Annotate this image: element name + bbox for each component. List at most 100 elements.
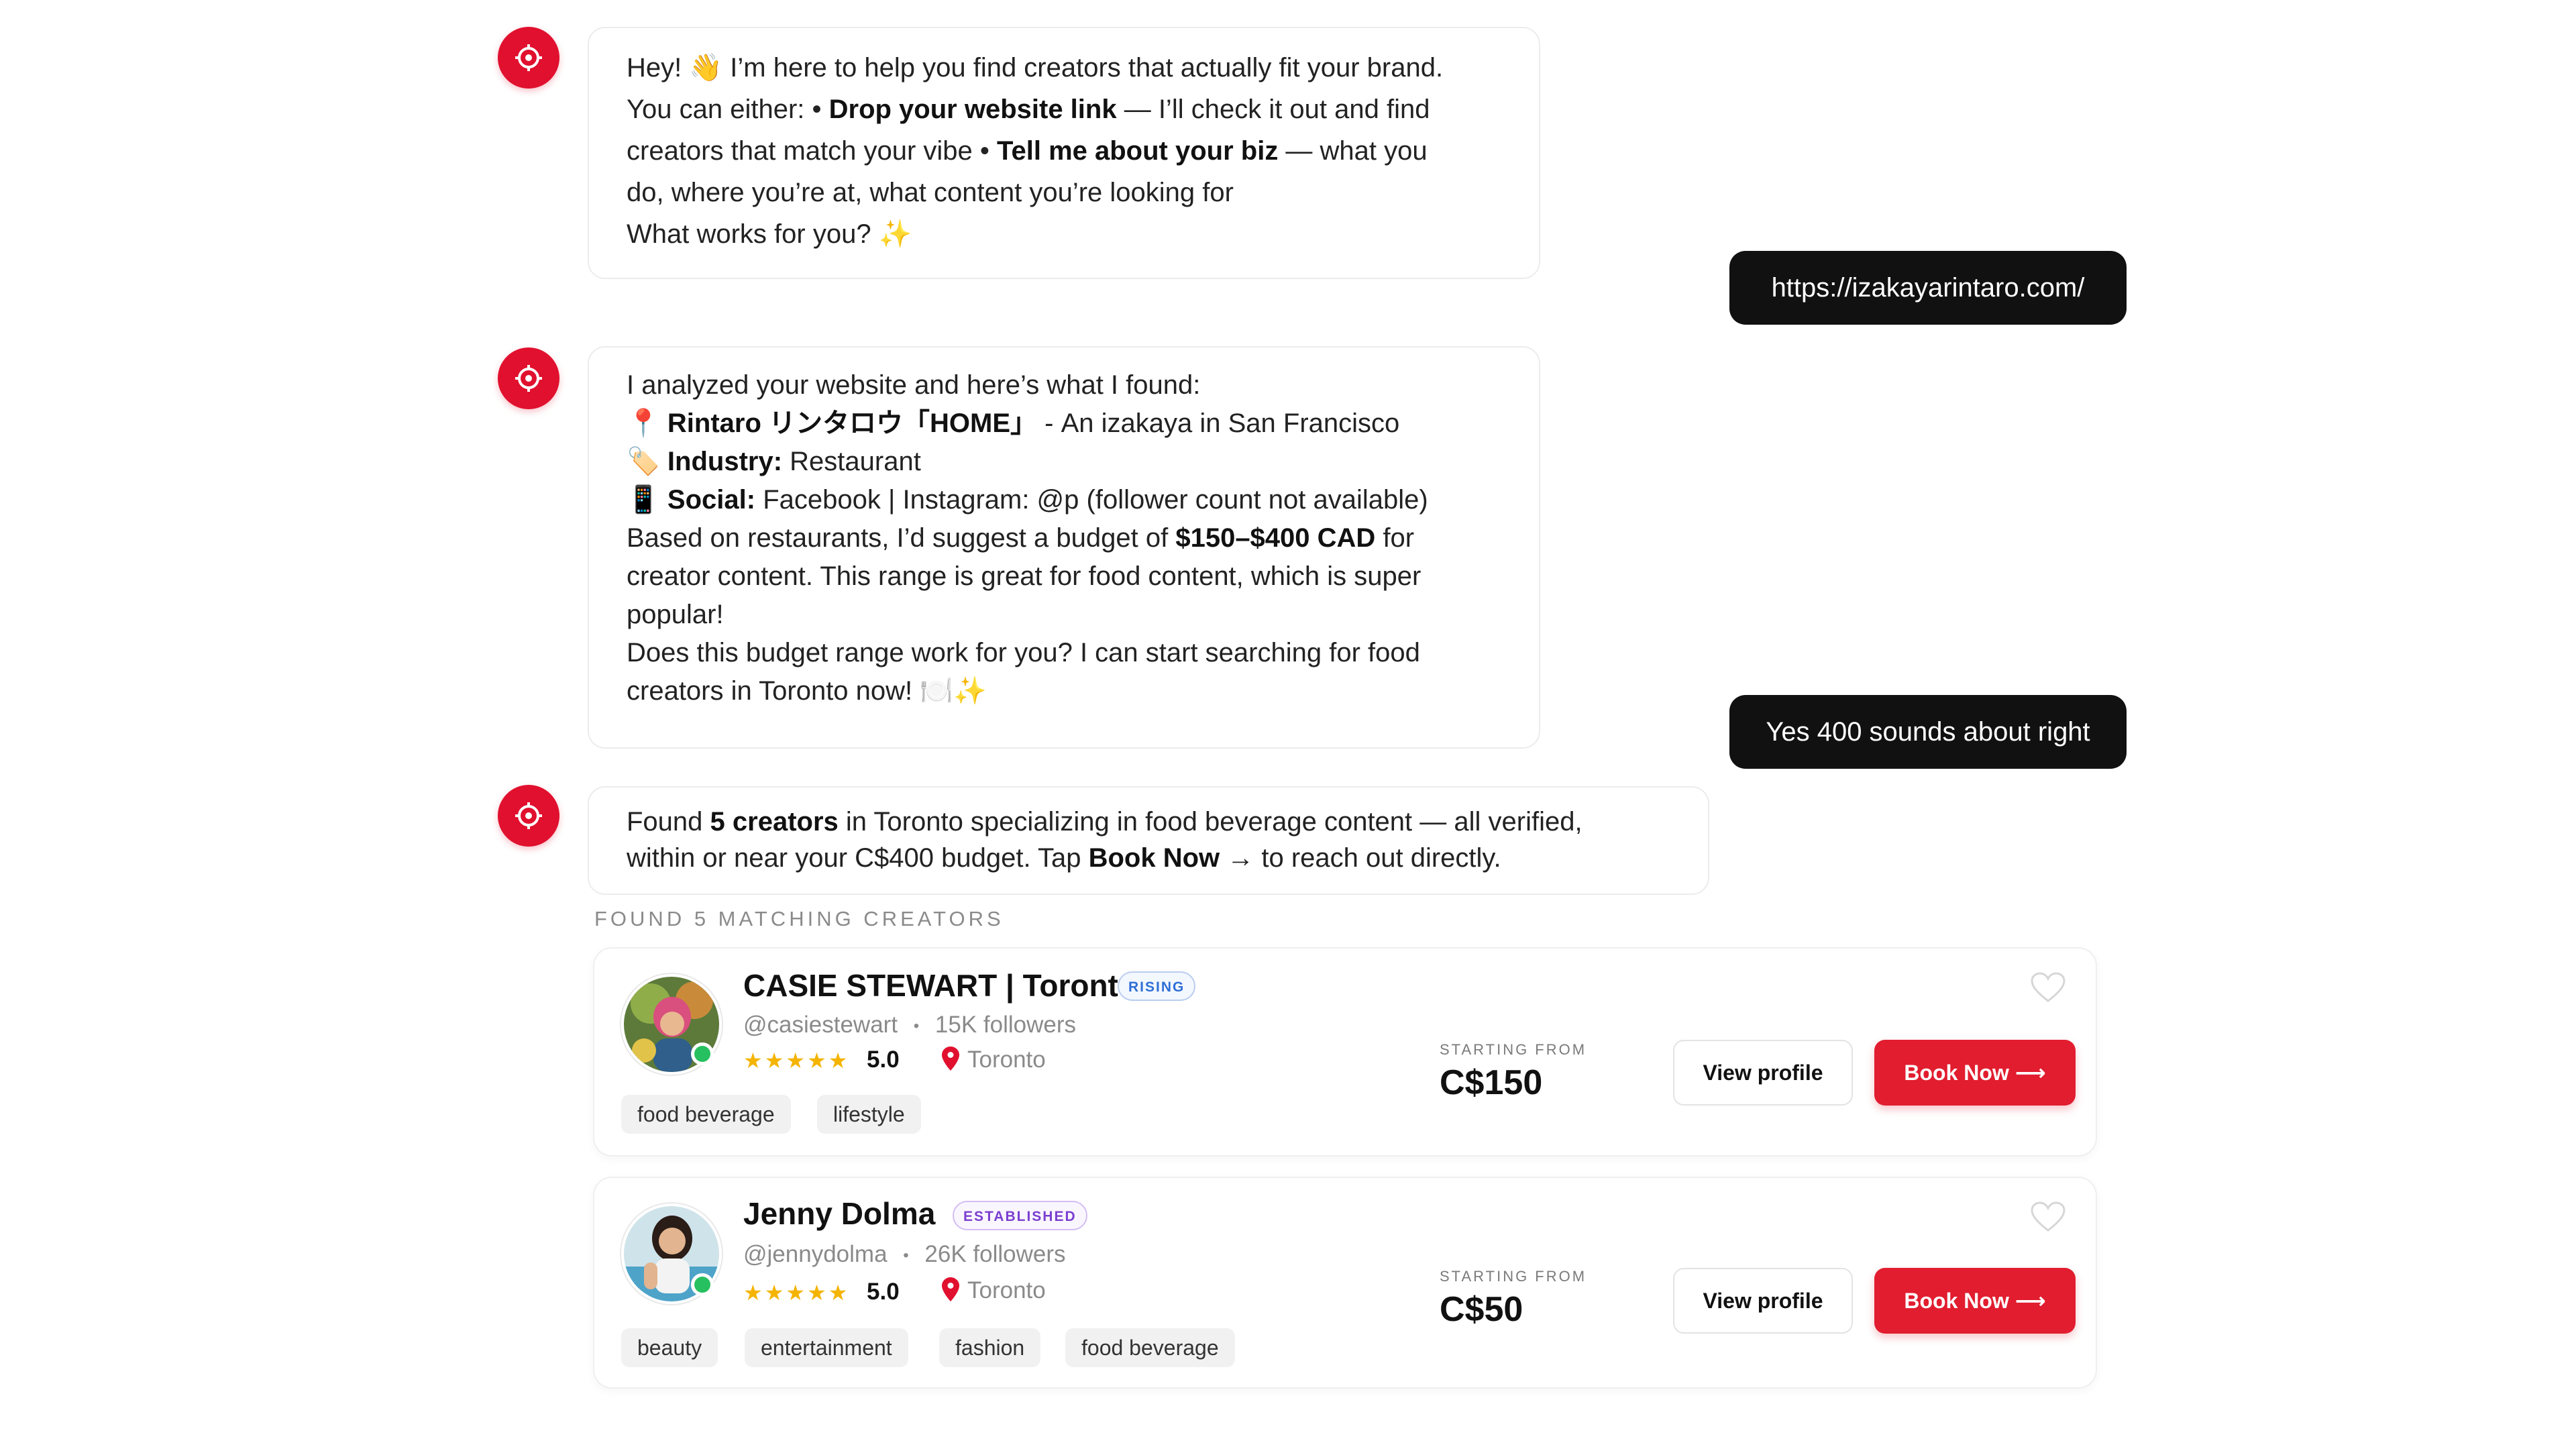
- message-text: Restaurant: [782, 447, 921, 476]
- category-tag: fashion: [939, 1328, 1041, 1367]
- assistant-message: I analyzed your website and here’s what …: [588, 346, 1540, 749]
- creator-card: Jenny Dolma ESTABLISHED @jennydolma • 26…: [593, 1177, 2097, 1389]
- book-now-button[interactable]: Book Now ⟶: [1874, 1040, 2076, 1106]
- user-message: Yes 400 sounds about right: [1729, 695, 2127, 769]
- creator-meta: @casiestewart • 15K followers: [743, 1012, 1076, 1038]
- pin-icon: [942, 1046, 959, 1071]
- assistant-avatar: [498, 347, 559, 409]
- user-message: https://izakayarintaro.com/: [1729, 251, 2127, 325]
- online-status-dot: [691, 1273, 714, 1296]
- message-text: Does this budget range work for you? I c…: [627, 638, 1420, 667]
- message-text: Hey! 👋 I’m here to help you find creator…: [627, 53, 1444, 83]
- target-icon: [515, 44, 542, 71]
- message-text: What works for you? ✨: [627, 219, 912, 249]
- target-icon: [515, 802, 542, 829]
- view-profile-button[interactable]: View profile: [1673, 1040, 1853, 1106]
- message-line: Based on restaurants, I’d suggest a budg…: [627, 519, 1501, 557]
- creator-location: Toronto: [967, 1277, 1046, 1303]
- message-bold-text: Tell me about your biz: [997, 136, 1279, 166]
- message-text: 🏷️: [627, 447, 667, 476]
- message-text: in Toronto specializing in food beverage…: [838, 807, 1582, 837]
- assistant-avatar: [498, 27, 559, 89]
- heart-icon[interactable]: [2030, 1201, 2066, 1233]
- message-line: Does this budget range work for you? I c…: [627, 634, 1501, 672]
- message-bold-text: $150–$400 CAD: [1175, 523, 1376, 553]
- starting-from-label: STARTING FROM: [1440, 1268, 1587, 1285]
- pin-icon: [942, 1277, 959, 1301]
- target-icon: [515, 365, 542, 392]
- category-tag: food beverage: [621, 1095, 791, 1134]
- follower-count: 26K followers: [924, 1241, 1066, 1267]
- message-text: creator content. This range is great for…: [627, 561, 1421, 591]
- message-bold-text: Book Now: [1088, 843, 1220, 873]
- message-line: 📱 Social: Facebook | Instagram: @p (foll…: [627, 481, 1501, 519]
- message-line: I analyzed your website and here’s what …: [627, 366, 1501, 405]
- message-line: Found 5 creators in Toronto specializing…: [627, 804, 1670, 840]
- message-text: — I’ll check it out and find: [1116, 95, 1430, 124]
- results-label: FOUND 5 MATCHING CREATORS: [594, 907, 1004, 930]
- assistant-message: Hey! 👋 I’m here to help you find creator…: [588, 27, 1540, 279]
- category-tag: food beverage: [1065, 1328, 1235, 1367]
- starting-price: C$50: [1440, 1290, 1523, 1329]
- book-now-button[interactable]: Book Now ⟶: [1874, 1268, 2076, 1334]
- creator-meta: @jennydolma • 26K followers: [743, 1241, 1066, 1268]
- message-line: What works for you? ✨: [627, 213, 1501, 255]
- creator-location: Toronto: [967, 1046, 1046, 1073]
- message-text: do, where you’re at, what content you’re…: [627, 178, 1234, 207]
- message-line: do, where you’re at, what content you’re…: [627, 172, 1501, 213]
- category-tag: lifestyle: [817, 1095, 921, 1134]
- message-text: popular!: [627, 600, 724, 629]
- message-line: Hey! 👋 I’m here to help you find creator…: [627, 47, 1501, 89]
- message-text: - An izakaya in San Francisco: [1037, 409, 1400, 438]
- category-tag: entertainment: [745, 1328, 908, 1367]
- message-line: popular!: [627, 596, 1501, 634]
- message-text: You can either: •: [627, 95, 829, 124]
- category-tag: beauty: [621, 1328, 718, 1367]
- follower-count: 15K followers: [934, 1012, 1077, 1038]
- view-profile-button[interactable]: View profile: [1673, 1268, 1853, 1334]
- message-text: for: [1375, 523, 1415, 553]
- message-line: within or near your C$400 budget. Tap Bo…: [627, 840, 1670, 876]
- tier-badge: RISING: [1118, 971, 1196, 1001]
- message-bold-text: Rintaro リンタロウ「HOME」: [667, 409, 1038, 438]
- tier-badge: ESTABLISHED: [953, 1201, 1087, 1230]
- starting-price: C$150: [1440, 1063, 1543, 1102]
- message-line: creator content. This range is great for…: [627, 557, 1501, 596]
- message-line: You can either: • Drop your website link…: [627, 89, 1501, 130]
- rating-value: 5.0: [867, 1046, 900, 1073]
- message-line: creators in Toronto now! 🍽️✨: [627, 672, 1501, 710]
- message-text: I analyzed your website and here’s what …: [627, 370, 1201, 400]
- message-text: within or near your C$400 budget. Tap: [627, 843, 1089, 873]
- assistant-avatar: [498, 785, 559, 847]
- message-bold-text: Social:: [667, 485, 756, 515]
- message-text: Facebook | Instagram: @p (follower count…: [755, 485, 1428, 515]
- meta-separator: •: [913, 1016, 920, 1035]
- message-bold-text: Drop your website link: [828, 95, 1117, 124]
- message-text: → to reach out directly.: [1220, 843, 1501, 873]
- starting-from-label: STARTING FROM: [1440, 1041, 1587, 1058]
- creator-name[interactable]: CASIE STEWART | Toronto: [743, 967, 1137, 1004]
- creator-name[interactable]: Jenny Dolma: [743, 1195, 935, 1232]
- message-text: 📍: [627, 409, 667, 438]
- assistant-message: Found 5 creators in Toronto specializing…: [588, 786, 1709, 895]
- message-text: — what you: [1278, 136, 1428, 166]
- message-text: Based on restaurants, I’d suggest a budg…: [627, 523, 1176, 553]
- online-status-dot: [691, 1042, 714, 1065]
- message-bold-text: 5 creators: [710, 807, 839, 837]
- heart-icon[interactable]: [2030, 971, 2066, 1004]
- message-text: creators that match your vibe •: [627, 136, 998, 166]
- star-rating: ★★★★★: [743, 1281, 850, 1305]
- message-line: creators that match your vibe • Tell me …: [627, 130, 1501, 172]
- creator-card: CASIE STEWART | Toronto RISING @casieste…: [593, 947, 2097, 1157]
- message-line: 🏷️ Industry: Restaurant: [627, 443, 1501, 481]
- creator-handle: @casiestewart: [743, 1012, 898, 1038]
- rating-value: 5.0: [867, 1279, 900, 1305]
- message-text: Found: [627, 807, 710, 837]
- message-bold-text: Industry:: [667, 447, 783, 476]
- message-text: 📱: [627, 485, 667, 515]
- creator-handle: @jennydolma: [743, 1241, 888, 1267]
- star-rating: ★★★★★: [743, 1049, 850, 1073]
- meta-separator: •: [903, 1246, 909, 1265]
- message-line: 📍 Rintaro リンタロウ「HOME」 - An izakaya in Sa…: [627, 405, 1501, 443]
- message-text: creators in Toronto now! 🍽️✨: [627, 676, 987, 706]
